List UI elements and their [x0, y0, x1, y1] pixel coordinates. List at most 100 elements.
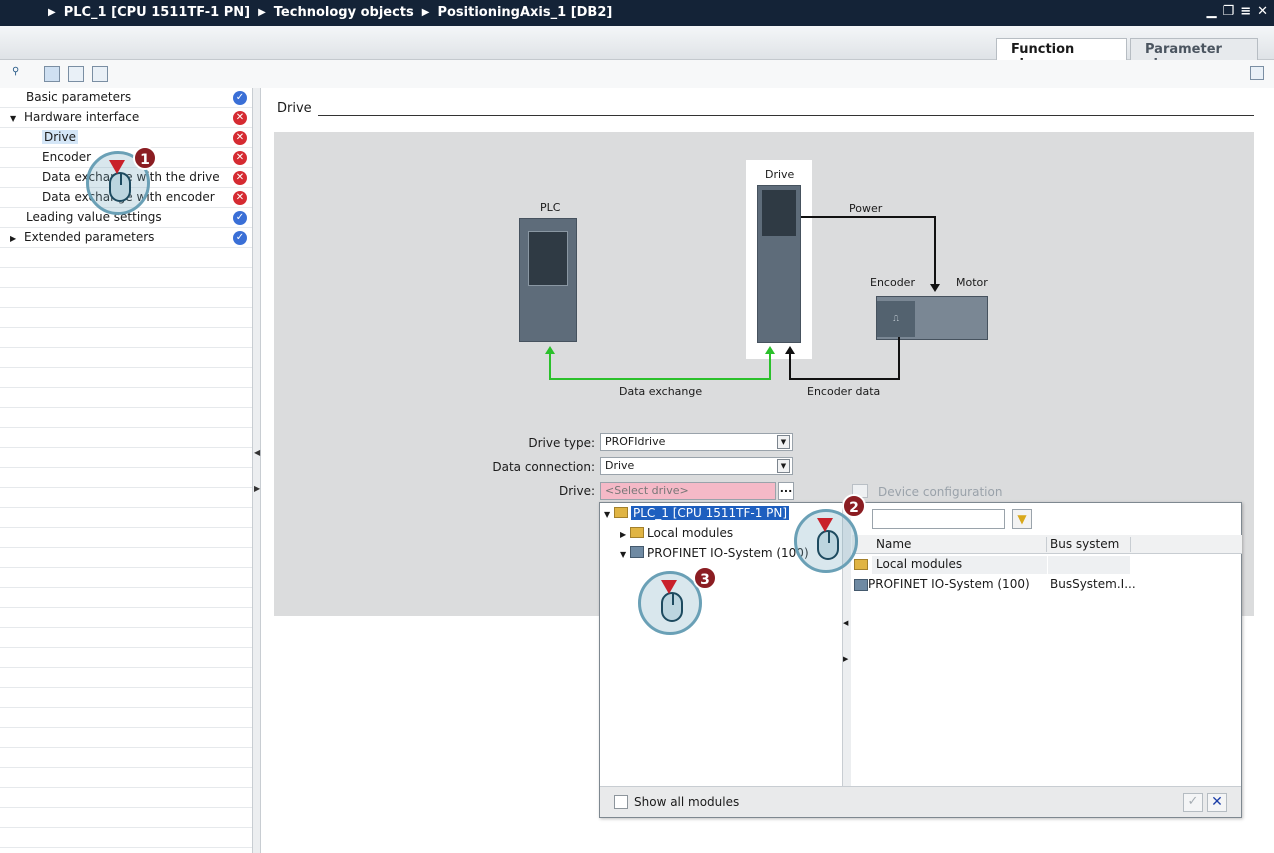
data-connection-select[interactable]: Drive ▼	[600, 457, 793, 475]
step-badge-2: 2	[842, 494, 866, 518]
nav-empty-row	[0, 288, 252, 308]
nav-empty-row	[0, 468, 252, 488]
panel-splitter[interactable]: ◀ ▶	[252, 88, 261, 853]
column-header-name[interactable]: Name	[872, 536, 911, 554]
cancel-icon[interactable]: ✕	[1207, 793, 1227, 812]
column-divider	[1130, 537, 1131, 552]
expand-arrow-icon[interactable]: ▼	[10, 109, 20, 128]
breadcrumb-arrow-icon: ▶	[258, 7, 266, 18]
grid-header: Name Bus system	[852, 535, 1242, 554]
nav-empty-row	[0, 608, 252, 628]
breadcrumb: ▶ PLC_1 [CPU 1511TF-1 PN] ▶ Technology o…	[0, 5, 612, 20]
nav-item-basic-parameters[interactable]: Basic parameters ✓	[0, 88, 252, 108]
nav-empty-row	[0, 448, 252, 468]
chevron-down-icon[interactable]: ▼	[777, 435, 790, 449]
nav-empty-row	[0, 628, 252, 648]
nav-empty-row	[0, 668, 252, 688]
expand-right-icon[interactable]: ▶	[843, 655, 848, 663]
breadcrumb-positioning-axis[interactable]: PositioningAxis_1 [DB2]	[437, 5, 612, 20]
show-all-modules-label: Show all modules	[634, 795, 740, 809]
close-icon[interactable]: ✕	[1257, 4, 1268, 19]
drive-type-select[interactable]: PROFIdrive ▼	[600, 433, 793, 451]
title-bar: ▶ PLC_1 [CPU 1511TF-1 PN] ▶ Technology o…	[0, 0, 1274, 26]
panel-icon[interactable]	[1250, 66, 1264, 80]
nav-item-label: Leading value settings	[26, 210, 162, 224]
mouse-icon	[109, 172, 131, 202]
section-divider	[318, 115, 1254, 116]
menu-icon[interactable]: ≡	[1240, 4, 1251, 19]
collapse-left-icon[interactable]: ◀	[254, 448, 260, 457]
filter-icon[interactable]: ▼	[1012, 509, 1032, 529]
tree-item-plc[interactable]: ▼ PLC_1 [CPU 1511TF-1 PN]	[604, 505, 790, 523]
click-callout-2	[794, 509, 858, 573]
nav-item-label: Drive	[42, 130, 78, 144]
nav-empty-row	[0, 728, 252, 748]
status-ok-icon: ✓	[233, 91, 247, 105]
collapse-left-icon[interactable]: ◀	[843, 619, 848, 627]
section-title: Drive	[277, 101, 312, 116]
tree-item-label: PROFINET IO-System (100)	[646, 546, 809, 560]
restore-icon[interactable]: ❐	[1223, 4, 1235, 19]
collapse-all-icon[interactable]	[92, 66, 108, 82]
cursor-icon	[661, 580, 677, 594]
folder-icon	[629, 527, 644, 538]
minimize-icon[interactable]: ▁	[1207, 4, 1217, 19]
nav-empty-row	[0, 808, 252, 828]
nav-empty-row	[0, 828, 252, 848]
tree-item-local-modules[interactable]: ▶ Local modules	[620, 525, 733, 543]
row-bus-system	[1048, 556, 1130, 574]
status-error-icon: ✕	[233, 131, 247, 145]
nav-empty-row	[0, 568, 252, 588]
nav-empty-row	[0, 328, 252, 348]
tree-item-label: Local modules	[646, 526, 734, 540]
nav-item-extended-parameters[interactable]: ▶ Extended parameters ✓	[0, 228, 252, 248]
tab-function-view[interactable]: Function view	[996, 38, 1127, 72]
step-badge-1: 1	[133, 146, 157, 170]
confirm-icon[interactable]: ✓	[1183, 793, 1203, 812]
window-controls: ▁ ❐ ≡ ✕	[1207, 4, 1268, 19]
toggle-view-icon[interactable]	[44, 66, 60, 82]
data-connection-label: Data connection:	[492, 460, 595, 474]
nav-empty-row	[0, 428, 252, 448]
nav-item-label: Basic parameters	[26, 90, 132, 104]
nav-empty-row	[0, 508, 252, 528]
breadcrumb-arrow-icon: ▶	[48, 7, 56, 18]
nav-empty-row	[0, 528, 252, 548]
collapse-arrow-icon[interactable]: ▶	[620, 530, 626, 539]
show-all-modules-checkbox[interactable]	[614, 795, 628, 809]
filter-input[interactable]	[872, 509, 1005, 529]
breadcrumb-plc[interactable]: PLC_1 [CPU 1511TF-1 PN]	[64, 5, 250, 20]
chevron-down-icon[interactable]: ▼	[777, 459, 790, 473]
browse-button[interactable]: ...	[778, 482, 794, 500]
table-row[interactable]: PROFINET IO-System (100) BusSystem.I...	[852, 575, 1242, 594]
drive-select[interactable]: <Select drive>	[600, 482, 776, 500]
breadcrumb-technology-objects[interactable]: Technology objects	[274, 5, 414, 20]
device-configuration-link: Device configuration	[878, 485, 1003, 499]
table-row[interactable]: Local modules	[852, 555, 1242, 574]
drive-label: Drive:	[558, 484, 595, 498]
view-tab-strip: Function view Parameter view	[0, 26, 1274, 72]
nav-empty-row	[0, 348, 252, 368]
expand-right-icon[interactable]: ▶	[254, 484, 260, 493]
navigation-icon[interactable]: ⚲	[12, 66, 28, 82]
drive-selection-popup: ▼ PLC_1 [CPU 1511TF-1 PN] ▶ Local module…	[599, 502, 1242, 818]
drive-type-value: PROFIdrive	[605, 435, 666, 448]
expand-all-icon[interactable]	[68, 66, 84, 82]
nav-item-label: Extended parameters	[24, 230, 155, 244]
mouse-icon	[661, 592, 683, 622]
nav-empty-row	[0, 588, 252, 608]
column-header-bus-system[interactable]: Bus system	[1046, 536, 1119, 554]
nav-item-hardware-interface[interactable]: ▼ Hardware interface ✕	[0, 108, 252, 128]
nav-empty-row	[0, 548, 252, 568]
collapse-arrow-icon[interactable]: ▶	[10, 229, 20, 248]
tab-parameter-view[interactable]: Parameter view	[1130, 38, 1258, 72]
breadcrumb-arrow-icon: ▶	[421, 7, 430, 18]
drive-select-placeholder: <Select drive>	[605, 484, 689, 497]
nav-empty-row	[0, 268, 252, 288]
expand-arrow-icon[interactable]: ▼	[620, 550, 626, 559]
status-error-icon: ✕	[233, 191, 247, 205]
tree-item-profinet[interactable]: ▼ PROFINET IO-System (100)	[620, 545, 809, 563]
nav-empty-row	[0, 748, 252, 768]
expand-arrow-icon[interactable]: ▼	[604, 510, 610, 519]
nav-item-drive[interactable]: Drive ✕	[0, 128, 252, 148]
